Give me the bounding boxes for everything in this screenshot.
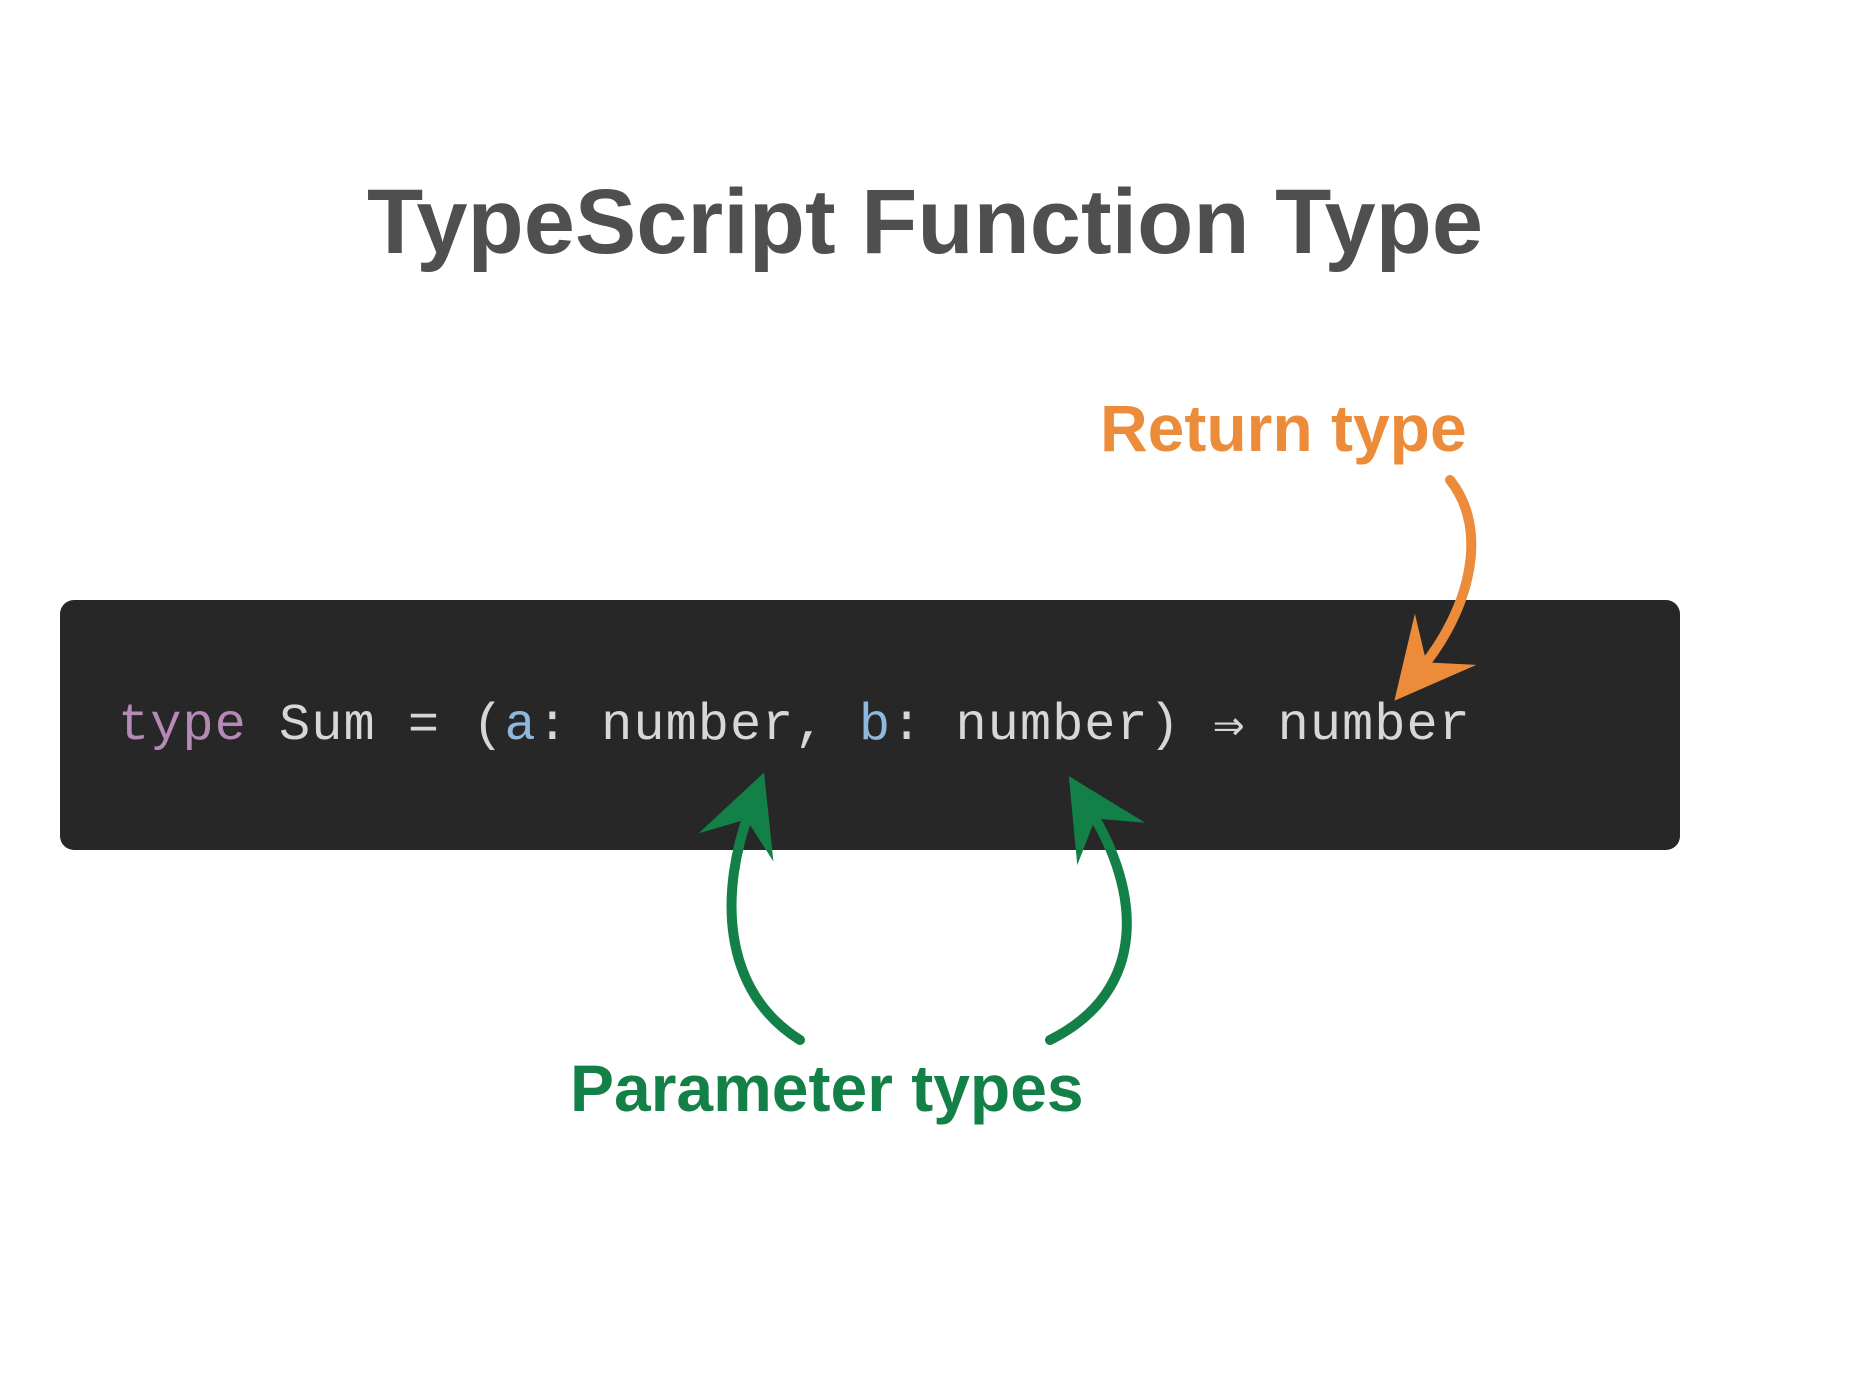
code-comma: ,: [794, 696, 858, 755]
code-equals: =: [376, 696, 473, 755]
code-block: type Sum = (a: number, b: number) ⇒ numb…: [60, 600, 1680, 850]
code-param1-type: number: [601, 696, 794, 755]
return-type-label: Return type: [1100, 390, 1467, 466]
code-return-type: number: [1278, 696, 1471, 755]
code-typename: Sum: [279, 696, 376, 755]
code-colon2: :: [891, 696, 955, 755]
code-param2-name: b: [859, 696, 891, 755]
code-space: [247, 696, 279, 755]
parameter-types-label: Parameter types: [570, 1050, 1084, 1126]
code-arrow: ⇒: [1181, 694, 1278, 757]
code-param2-type: number: [955, 696, 1148, 755]
code-lparen: (: [472, 696, 504, 755]
code-colon1: :: [537, 696, 601, 755]
code-rparen: ): [1149, 696, 1181, 755]
code-param1-name: a: [505, 696, 537, 755]
diagram-title: TypeScript Function Type: [0, 170, 1850, 275]
code-keyword: type: [118, 696, 247, 755]
